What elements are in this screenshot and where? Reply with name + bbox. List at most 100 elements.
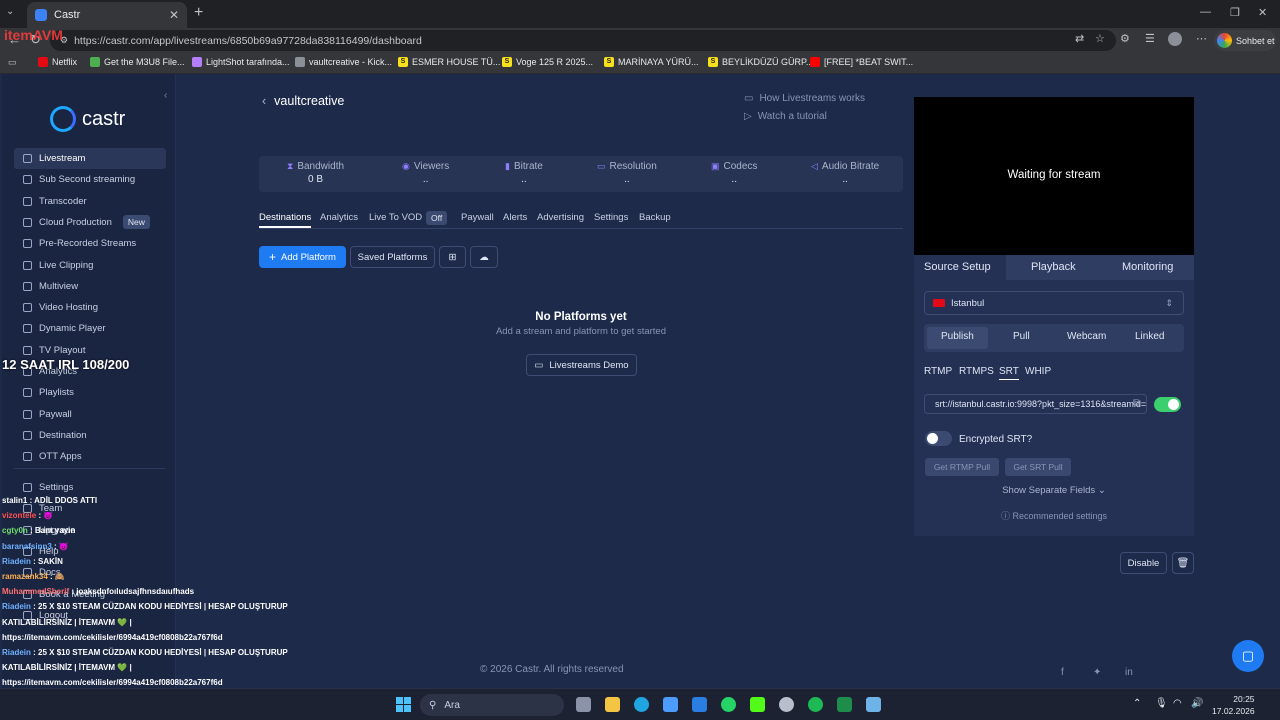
sidebar-item-sub-second-streaming[interactable]: Sub Second streaming: [14, 169, 166, 190]
vod-status-badge[interactable]: Off: [426, 211, 448, 225]
close-window-icon[interactable]: ✕: [1258, 6, 1267, 19]
task-view-icon[interactable]: [576, 697, 591, 712]
sidebar-item-playlists[interactable]: Playlists: [14, 382, 166, 403]
bookmark-item[interactable]: [FREE] *BEAT SWIT...: [810, 57, 913, 67]
protocol-rtmp[interactable]: RTMP: [924, 366, 952, 377]
twitter-icon[interactable]: ✦: [1093, 667, 1101, 678]
castr-logo[interactable]: castr: [50, 106, 125, 132]
sidebar-item-paywall[interactable]: Paywall: [14, 404, 166, 425]
tab-destinations[interactable]: Destinations: [259, 212, 312, 228]
grid-view-button[interactable]: ⊞: [439, 246, 466, 268]
microphone-icon[interactable]: 🎙: [1155, 698, 1168, 709]
tab-alerts[interactable]: Alerts: [503, 212, 527, 223]
tab-monitoring[interactable]: Monitoring: [1122, 261, 1173, 273]
tab-playback[interactable]: Playback: [1031, 261, 1076, 273]
watch-tutorial-link[interactable]: ▷ Watch a tutorial: [744, 111, 827, 122]
edge-icon[interactable]: [634, 697, 649, 712]
close-tab-icon[interactable]: ✕: [169, 8, 179, 22]
volume-icon[interactable]: 🔊: [1191, 698, 1203, 709]
mode-linked[interactable]: Linked: [1135, 331, 1164, 342]
sidebar-item-ott-apps[interactable]: OTT Apps: [14, 446, 166, 467]
sidebar-item-multiview[interactable]: Multiview: [14, 276, 166, 297]
bookmarks-menu-icon[interactable]: ▭: [8, 57, 17, 68]
mail-icon[interactable]: [692, 697, 707, 712]
address-bar[interactable]: ⚙ https://castr.com/app/livestreams/6850…: [50, 30, 1116, 51]
tray-chevron-icon[interactable]: ⌃: [1133, 698, 1141, 709]
sidebar-item-dynamic-player[interactable]: Dynamic Player: [14, 318, 166, 339]
tab-castr[interactable]: Castr ✕: [27, 2, 187, 28]
windows-start-icon[interactable]: [396, 697, 411, 712]
sidebar-item-livestream[interactable]: Livestream: [14, 148, 166, 169]
bookmark-star-icon[interactable]: ☆: [1095, 32, 1105, 45]
sidebar-item-destination[interactable]: Destination: [14, 425, 166, 446]
facebook-icon[interactable]: f: [1061, 667, 1064, 678]
recommended-settings-link[interactable]: ⓘ Recommended settings: [914, 509, 1194, 522]
bookmark-item[interactable]: S BEYLİKDÜZÜ GÜRP...: [708, 57, 813, 67]
how-livestreams-works-link[interactable]: ▭ How Livestreams works: [744, 93, 865, 104]
profile-avatar[interactable]: [1168, 32, 1182, 46]
tab-source-setup[interactable]: Source Setup: [924, 261, 991, 273]
bookmark-item[interactable]: Get the M3U8 File...: [90, 57, 185, 67]
tab-analytics[interactable]: Analytics: [320, 212, 358, 223]
tab-settings[interactable]: Settings: [594, 212, 628, 223]
mode-webcam[interactable]: Webcam: [1067, 331, 1106, 342]
disable-button[interactable]: Disable: [1120, 552, 1167, 574]
sidebar-item-cloud-production[interactable]: Cloud Production New: [14, 212, 166, 233]
delete-button[interactable]: 🗑: [1172, 552, 1194, 574]
maximize-icon[interactable]: ❐: [1230, 6, 1240, 19]
protocol-srt[interactable]: SRT: [999, 366, 1019, 380]
sidebar-item-transcoder[interactable]: Transcoder: [14, 191, 166, 212]
protocol-rtmps[interactable]: RTMPS: [959, 366, 994, 377]
bookmark-item[interactable]: S MARİNAYA YÜRÜ...: [604, 57, 699, 67]
srt-url-field[interactable]: srt://istanbul.castr.io:9998?pkt_size=13…: [924, 394, 1147, 414]
srt-enabled-toggle[interactable]: [1154, 397, 1181, 412]
back-chevron-icon[interactable]: ‹: [262, 94, 266, 108]
spotify-icon[interactable]: [808, 697, 823, 712]
sidebar-item-video-hosting[interactable]: Video Hosting: [14, 297, 166, 318]
app-icon[interactable]: [866, 697, 881, 712]
file-explorer-icon[interactable]: [605, 697, 620, 712]
sidebar-item-live-clipping[interactable]: Live Clipping: [14, 255, 166, 276]
tab-paywall[interactable]: Paywall: [461, 212, 494, 223]
support-chat-button[interactable]: ▢: [1232, 640, 1264, 672]
taskbar-clock[interactable]: 20:25 17.02.2026: [1212, 693, 1255, 717]
stream-preview-player[interactable]: Waiting for stream: [914, 97, 1194, 255]
bookmark-item[interactable]: S ESMER HOUSE TÜ...: [398, 57, 500, 67]
livestreams-demo-button[interactable]: ▭ Livestreams Demo: [526, 354, 637, 376]
tab-list-icon[interactable]: ⌄: [6, 6, 14, 17]
whatsapp-icon[interactable]: [721, 697, 736, 712]
taskbar-search[interactable]: ⚲ Ara: [420, 694, 564, 716]
extensions-icon[interactable]: ⚙: [1120, 32, 1130, 45]
region-select[interactable]: Istanbul ⇕: [924, 291, 1184, 315]
protocol-whip[interactable]: WHIP: [1025, 366, 1051, 377]
bookmark-item[interactable]: S Voge 125 R 2025...: [502, 57, 593, 67]
mode-pull[interactable]: Pull: [1013, 331, 1030, 342]
saved-platforms-button[interactable]: Saved Platforms: [350, 246, 435, 268]
collapse-sidebar-icon[interactable]: ‹: [164, 90, 167, 101]
kick-icon[interactable]: [750, 697, 765, 712]
encrypted-srt-toggle[interactable]: [925, 431, 952, 446]
bookmark-item[interactable]: vaultcreative - Kick...: [295, 57, 392, 67]
wifi-icon[interactable]: ◠: [1173, 698, 1182, 709]
store-icon[interactable]: [663, 697, 678, 712]
tab-live-to-vod[interactable]: Live To VOD: [369, 212, 422, 223]
linkedin-icon[interactable]: in: [1125, 667, 1133, 678]
favorites-icon[interactable]: ☰: [1145, 32, 1155, 45]
mode-publish[interactable]: Publish: [941, 331, 974, 342]
copy-icon[interactable]: ⧉: [1133, 398, 1140, 409]
menu-dots-icon[interactable]: ⋯: [1196, 32, 1207, 45]
new-tab-icon[interactable]: +: [194, 4, 203, 22]
excel-icon[interactable]: [837, 697, 852, 712]
bookmark-item[interactable]: Netflix: [38, 57, 77, 67]
bookmark-item[interactable]: LightShot tarafında...: [192, 57, 290, 67]
sidebar-item-pre-recorded-streams[interactable]: Pre-Recorded Streams: [14, 233, 166, 254]
get-srt-pull-button[interactable]: Get SRT Pull: [1005, 458, 1071, 476]
add-platform-button[interactable]: + Add Platform: [259, 246, 346, 268]
tab-backup[interactable]: Backup: [639, 212, 671, 223]
tab-advertising[interactable]: Advertising: [537, 212, 584, 223]
chat-button[interactable]: Sohbet et: [1214, 30, 1276, 51]
minimize-icon[interactable]: —: [1200, 6, 1211, 18]
obs-icon[interactable]: [779, 697, 794, 712]
show-separate-fields-link[interactable]: Show Separate Fields ⌄: [914, 485, 1194, 496]
translate-icon[interactable]: ⇄: [1075, 32, 1084, 45]
